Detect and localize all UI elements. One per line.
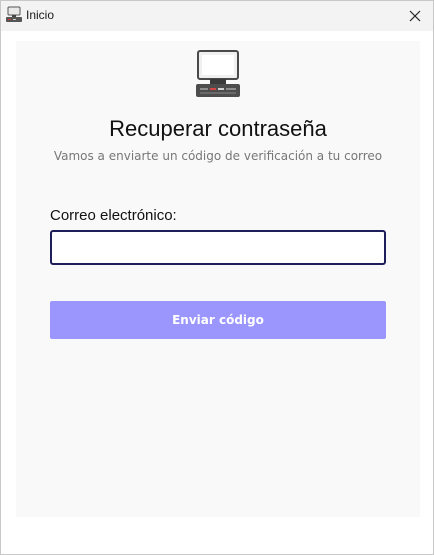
close-button[interactable]	[397, 1, 433, 31]
send-code-button[interactable]: Enviar código	[50, 301, 386, 339]
email-label: Correo electrónico:	[50, 207, 177, 224]
email-field[interactable]	[50, 230, 386, 265]
page-subtitle: Vamos a enviarte un código de verificaci…	[53, 149, 383, 163]
close-icon	[409, 7, 421, 26]
page-title: Recuperar contraseña	[109, 116, 327, 141]
monitor-icon	[5, 6, 23, 24]
title-bar[interactable]: Inicio	[1, 1, 433, 31]
window-title: Inicio	[26, 8, 55, 22]
computer-monitor-icon	[194, 49, 242, 99]
app-window: Inicio Recuperar contraseña Vamos a envi…	[0, 0, 434, 555]
recovery-panel: Recuperar contraseña Vamos a enviarte un…	[16, 41, 420, 517]
